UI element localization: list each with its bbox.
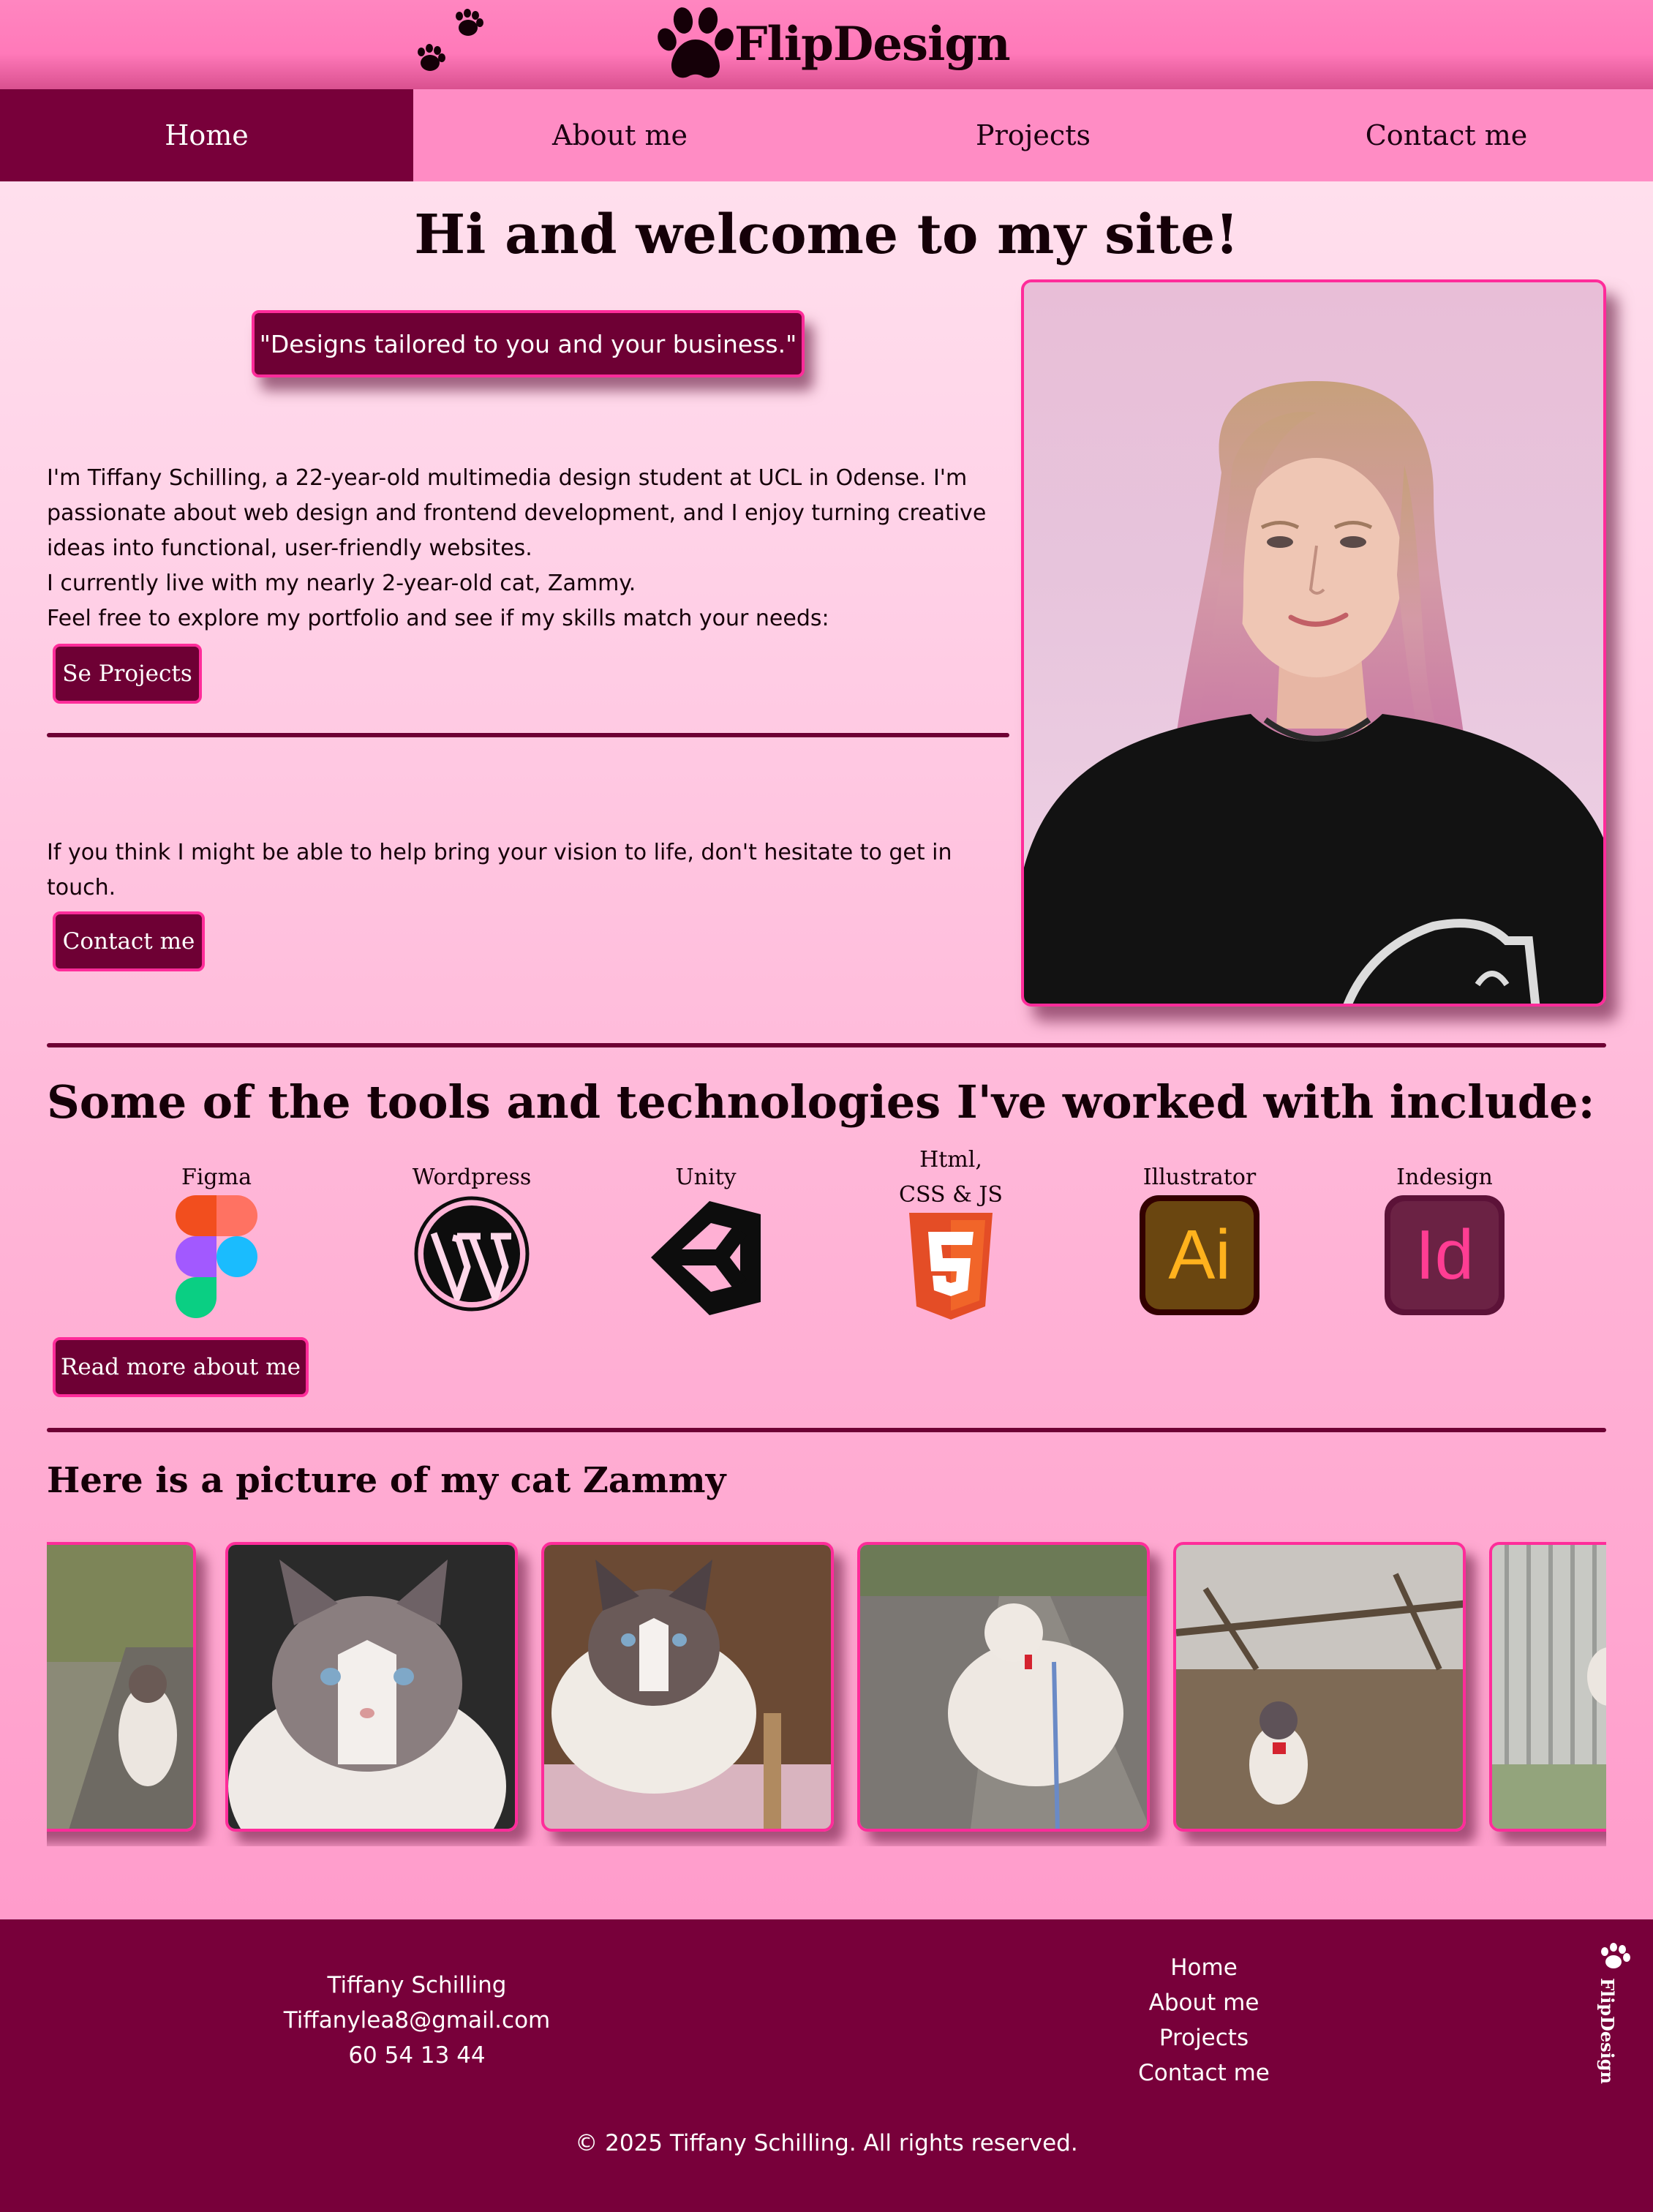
nav-contact-me[interactable]: Contact me xyxy=(1240,89,1653,181)
tool-wordpress: Wordpress xyxy=(395,1160,549,1312)
tool-indesign: Indesign Id xyxy=(1375,1160,1514,1315)
cat-gallery-carousel[interactable] xyxy=(47,1539,1606,1846)
footer-link-home[interactable]: Home xyxy=(984,1950,1423,1985)
tagline-text: "Designs tailored to you and your busine… xyxy=(259,329,797,358)
gallery-photo[interactable] xyxy=(1489,1542,1606,1832)
gallery-photo[interactable] xyxy=(225,1542,518,1832)
tool-illustrator: Illustrator Ai xyxy=(1126,1160,1273,1315)
footer-name: Tiffany Schilling xyxy=(327,1972,507,1998)
wordpress-icon xyxy=(414,1196,530,1312)
see-projects-button[interactable]: Se Projects xyxy=(53,644,202,704)
paw-prints-icon xyxy=(418,9,483,71)
unity-icon xyxy=(651,1201,761,1315)
intro-line: I currently live with my nearly 2-year-o… xyxy=(47,571,636,596)
footer-email[interactable]: Tiffanylea8@gmail.com xyxy=(197,2003,636,2038)
tool-label: Illustrator xyxy=(1142,1165,1257,1190)
html5-icon xyxy=(909,1213,993,1320)
intro-line: ideas into functional, user-friendly web… xyxy=(47,535,532,561)
tool-figma: Figma xyxy=(165,1160,268,1320)
indesign-glyph: Id xyxy=(1415,1216,1475,1294)
page-title: Hi and welcome to my site! xyxy=(414,203,1239,266)
profile-photo xyxy=(1021,279,1606,1007)
footer-phone[interactable]: 60 54 13 44 xyxy=(197,2038,636,2073)
contact-line: touch. xyxy=(47,875,116,900)
gallery-photo[interactable] xyxy=(47,1542,196,1832)
main-nav: Home About me Projects Contact me xyxy=(0,89,1653,181)
tool-label: Unity xyxy=(675,1165,737,1190)
indesign-icon: Id xyxy=(1385,1195,1505,1315)
intro-line: Feel free to explore my portfolio and se… xyxy=(47,606,829,631)
divider xyxy=(47,1043,1606,1047)
illustrator-glyph: Ai xyxy=(1168,1216,1231,1294)
footer-logo[interactable]: FlipDesign xyxy=(1597,1941,1634,2110)
figma-icon xyxy=(176,1195,257,1318)
contact-paragraph: If you think I might be able to help bri… xyxy=(47,835,998,906)
contact-me-button[interactable]: Contact me xyxy=(53,911,205,971)
contact-line: If you think I might be able to help bri… xyxy=(47,840,952,865)
footer-logo-text: FlipDesign xyxy=(1597,1978,1618,2084)
illustrator-icon: Ai xyxy=(1140,1195,1259,1315)
gallery-heading: Here is a picture of my cat Zammy xyxy=(47,1460,726,1501)
portrait-illustration xyxy=(1024,381,1603,1004)
site-header: FlipDesign xyxy=(0,0,1653,89)
copyright: © 2025 Tiffany Schilling. All rights res… xyxy=(575,2130,1078,2156)
footer-link-projects[interactable]: Projects xyxy=(984,2020,1423,2055)
intro-line: I'm Tiffany Schilling, a 22-year-old mul… xyxy=(47,465,968,491)
footer-link-contact-me[interactable]: Contact me xyxy=(984,2055,1423,2091)
nav-home[interactable]: Home xyxy=(0,89,413,181)
tool-html-css-js: Html, CSS & JS xyxy=(878,1143,1024,1320)
intro-paragraph: I'm Tiffany Schilling, a 22-year-old mul… xyxy=(47,461,1005,636)
tool-label: Wordpress xyxy=(412,1165,532,1190)
divider xyxy=(47,1428,1606,1432)
gallery-photo[interactable] xyxy=(541,1542,834,1832)
paw-logo-icon xyxy=(658,7,734,78)
tool-label: Indesign xyxy=(1396,1165,1493,1190)
tool-label-secondary: CSS & JS xyxy=(899,1182,1003,1208)
tool-label: Html, xyxy=(919,1147,982,1173)
nav-projects[interactable]: Projects xyxy=(826,89,1240,181)
read-more-button[interactable]: Read more about me xyxy=(53,1337,309,1397)
footer-link-about-me[interactable]: About me xyxy=(984,1985,1423,2020)
tagline-quote: "Designs tailored to you and your busine… xyxy=(252,310,805,377)
logo-text: FlipDesign xyxy=(734,16,1011,72)
gallery-photo[interactable] xyxy=(1173,1542,1466,1832)
site-footer: Tiffany Schilling Tiffanylea8@gmail.com … xyxy=(0,1919,1653,2212)
tools-heading: Some of the tools and technologies I've … xyxy=(47,1075,1595,1129)
tool-label: Figma xyxy=(181,1165,252,1190)
paw-logo-icon xyxy=(1601,1943,1630,1968)
tool-unity: Unity xyxy=(644,1160,768,1320)
site-logo[interactable]: FlipDesign xyxy=(652,3,1011,85)
intro-line: passionate about web design and frontend… xyxy=(47,500,987,526)
nav-about-me[interactable]: About me xyxy=(413,89,826,181)
gallery-photo[interactable] xyxy=(857,1542,1150,1832)
divider xyxy=(47,733,1009,737)
